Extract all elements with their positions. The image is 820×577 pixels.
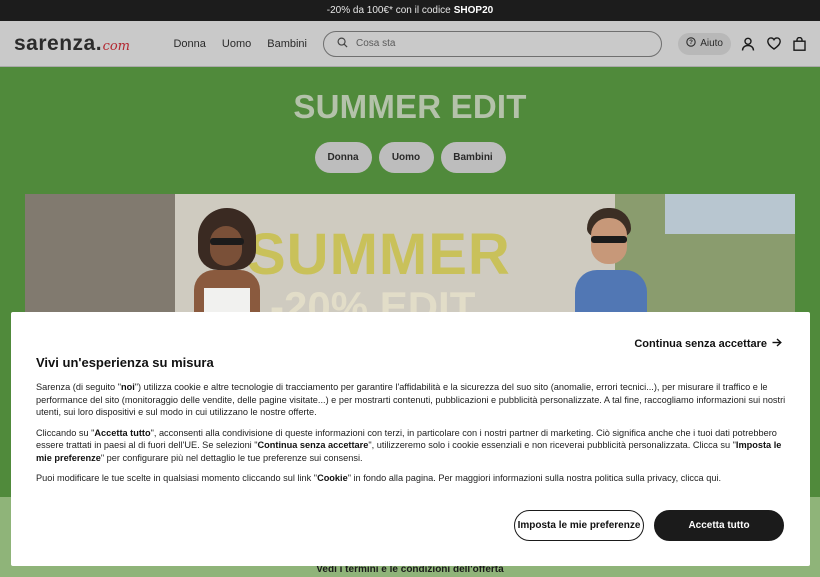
promo-code: SHOP20 — [453, 5, 494, 16]
cookie-dialog-title: Vivi un'esperienza su misura — [36, 355, 214, 370]
banner-sky — [665, 194, 795, 234]
arrow-right-icon — [772, 338, 782, 350]
site-header: sarenza. com Donna Uomo Bambini Cosa sta … — [0, 21, 820, 67]
pill-donna[interactable]: Donna — [314, 142, 372, 173]
nav-item-donna[interactable]: Donna — [173, 38, 205, 50]
nav-item-uomo[interactable]: Uomo — [222, 38, 251, 50]
summer-edit-banner[interactable]: SUMMER -20% EDIT — [25, 194, 795, 312]
pill-uomo[interactable]: Uomo — [378, 142, 434, 173]
logo-dot: . — [95, 31, 102, 55]
cookie-paragraph-3: Puoi modificare le tue scelte in qualsia… — [36, 473, 722, 483]
hero-title: SUMMER EDIT — [293, 88, 527, 125]
banner-model-woman — [180, 208, 275, 312]
svg-text:?: ? — [689, 39, 693, 46]
cookie-paragraph-1: Sarenza (di seguito "noi") utilizza cook… — [36, 382, 786, 417]
search-input[interactable]: Cosa sta — [356, 38, 395, 49]
banner-summer-text: SUMMER — [247, 222, 511, 287]
set-preferences-button[interactable]: Imposta le mie preferenze — [514, 510, 644, 541]
promo-text: -20% da 100€* con il codice — [326, 5, 451, 16]
banner-left-strip — [25, 194, 175, 312]
promo-bar[interactable]: -20% da 100€* con il codice SHOP20 — [0, 0, 820, 21]
main-nav: Donna Uomo Bambini — [173, 38, 307, 50]
sarenza-logo[interactable]: sarenza. com — [14, 32, 157, 56]
heart-icon[interactable] — [767, 37, 781, 50]
logo-main-text: sarenza — [14, 31, 96, 55]
help-label: Aiuto — [700, 38, 723, 49]
help-circle-icon: ? — [686, 37, 696, 50]
cookie-paragraph-2: Cliccando su "Accetta tutto", acconsenti… — [36, 427, 782, 463]
user-icon[interactable] — [741, 37, 755, 51]
search-icon — [337, 35, 348, 53]
cookie-consent-dialog: Continua senza accettare Vivi un'esperie… — [11, 312, 810, 566]
search-bar[interactable]: Cosa sta — [322, 30, 663, 57]
logo-com-text: com — [102, 38, 130, 54]
banner-model-man — [565, 208, 657, 312]
cookie-link[interactable]: Cookie — [317, 473, 348, 483]
category-pills: Donna Uomo Bambini — [0, 142, 820, 173]
continue-without-accepting-label: Continua senza accettare — [634, 338, 767, 350]
header-icons — [741, 36, 806, 51]
nav-item-bambini[interactable]: Bambini — [267, 38, 307, 50]
help-button[interactable]: ? Aiuto — [678, 32, 731, 55]
bag-icon[interactable] — [793, 36, 806, 51]
accept-all-button[interactable]: Accetta tutto — [654, 510, 784, 541]
cookie-dialog-body: Sarenza (di seguito "noi") utilizza cook… — [36, 381, 786, 493]
continue-without-accepting-button[interactable]: Continua senza accettare — [634, 338, 782, 350]
banner-discount-text: -20% EDIT — [270, 283, 476, 313]
pill-bambini[interactable]: Bambini — [440, 142, 506, 173]
